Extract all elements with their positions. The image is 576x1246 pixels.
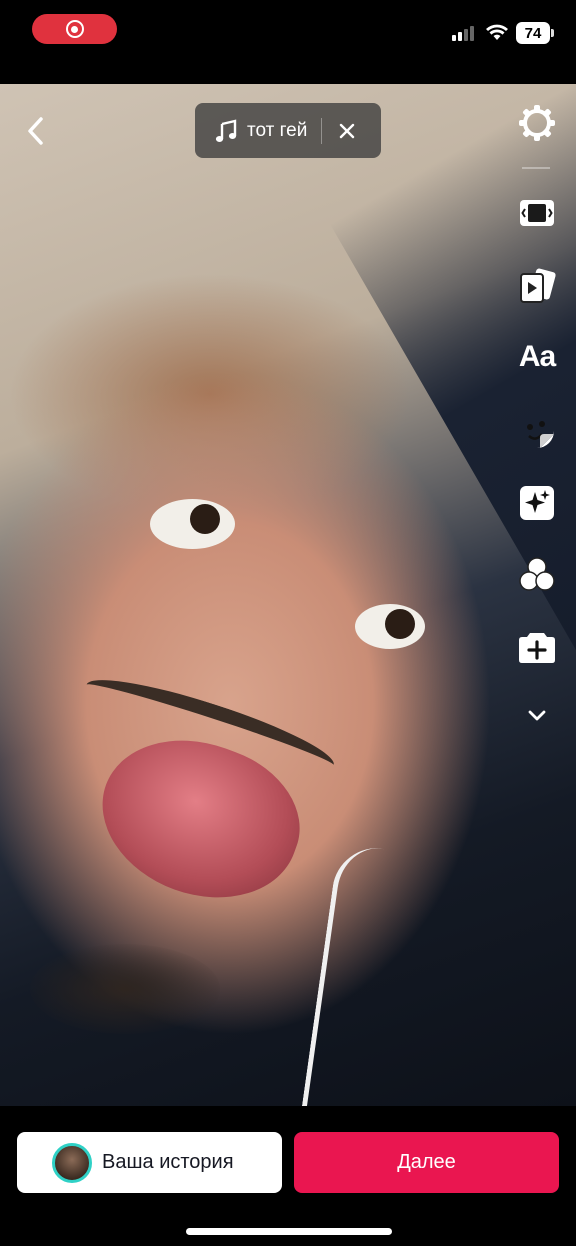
filters-button[interactable]	[514, 552, 560, 598]
your-story-label: Ваша история	[102, 1151, 234, 1173]
close-icon	[340, 123, 355, 138]
sound-title: тот гей	[247, 119, 308, 141]
status-bar: 74	[0, 0, 576, 84]
camera-plus-icon	[519, 633, 555, 663]
cellular-signal-icon	[452, 26, 474, 41]
avatar	[52, 1142, 92, 1183]
stickers-button[interactable]	[514, 408, 560, 454]
text-tool-label: Aa	[518, 340, 556, 373]
back-button[interactable]	[18, 112, 52, 150]
screen-recording-indicator[interactable]	[32, 14, 117, 44]
battery-indicator: 74	[516, 22, 554, 44]
chevron-left-icon	[28, 117, 43, 145]
music-note-icon	[215, 118, 237, 142]
divider	[321, 117, 323, 144]
toolbar-separator	[522, 167, 550, 169]
template-icon	[520, 268, 556, 303]
clips-icon	[520, 200, 554, 226]
earphone-cable	[301, 842, 384, 1106]
selected-sound[interactable]: тот гей	[195, 103, 381, 158]
remove-sound-button[interactable]	[338, 122, 356, 140]
filters-icon	[519, 557, 555, 591]
wifi-icon	[486, 24, 508, 40]
more-tools-button[interactable]	[514, 692, 560, 738]
gear-icon	[519, 105, 555, 141]
your-story-button[interactable]: Ваша история	[17, 1132, 282, 1193]
next-button[interactable]: Далее	[294, 1132, 559, 1193]
settings-button[interactable]	[514, 100, 560, 146]
home-indicator[interactable]	[186, 1228, 392, 1235]
sticker-icon	[520, 414, 554, 448]
left-pupil	[190, 504, 220, 534]
battery-level: 74	[524, 24, 542, 42]
right-pupil	[385, 609, 415, 639]
effects-button[interactable]	[514, 480, 560, 526]
next-button-label: Далее	[397, 1151, 456, 1173]
beard-effect	[30, 944, 220, 1034]
sparkle-icon	[520, 486, 554, 520]
text-button[interactable]: Aa	[514, 334, 560, 380]
record-icon	[65, 20, 84, 38]
camera-preview[interactable]	[0, 84, 576, 1106]
add-camera-button[interactable]	[514, 624, 560, 670]
adjust-clips-button[interactable]	[514, 190, 560, 236]
templates-button[interactable]	[514, 263, 560, 309]
chevron-down-icon	[528, 710, 546, 721]
